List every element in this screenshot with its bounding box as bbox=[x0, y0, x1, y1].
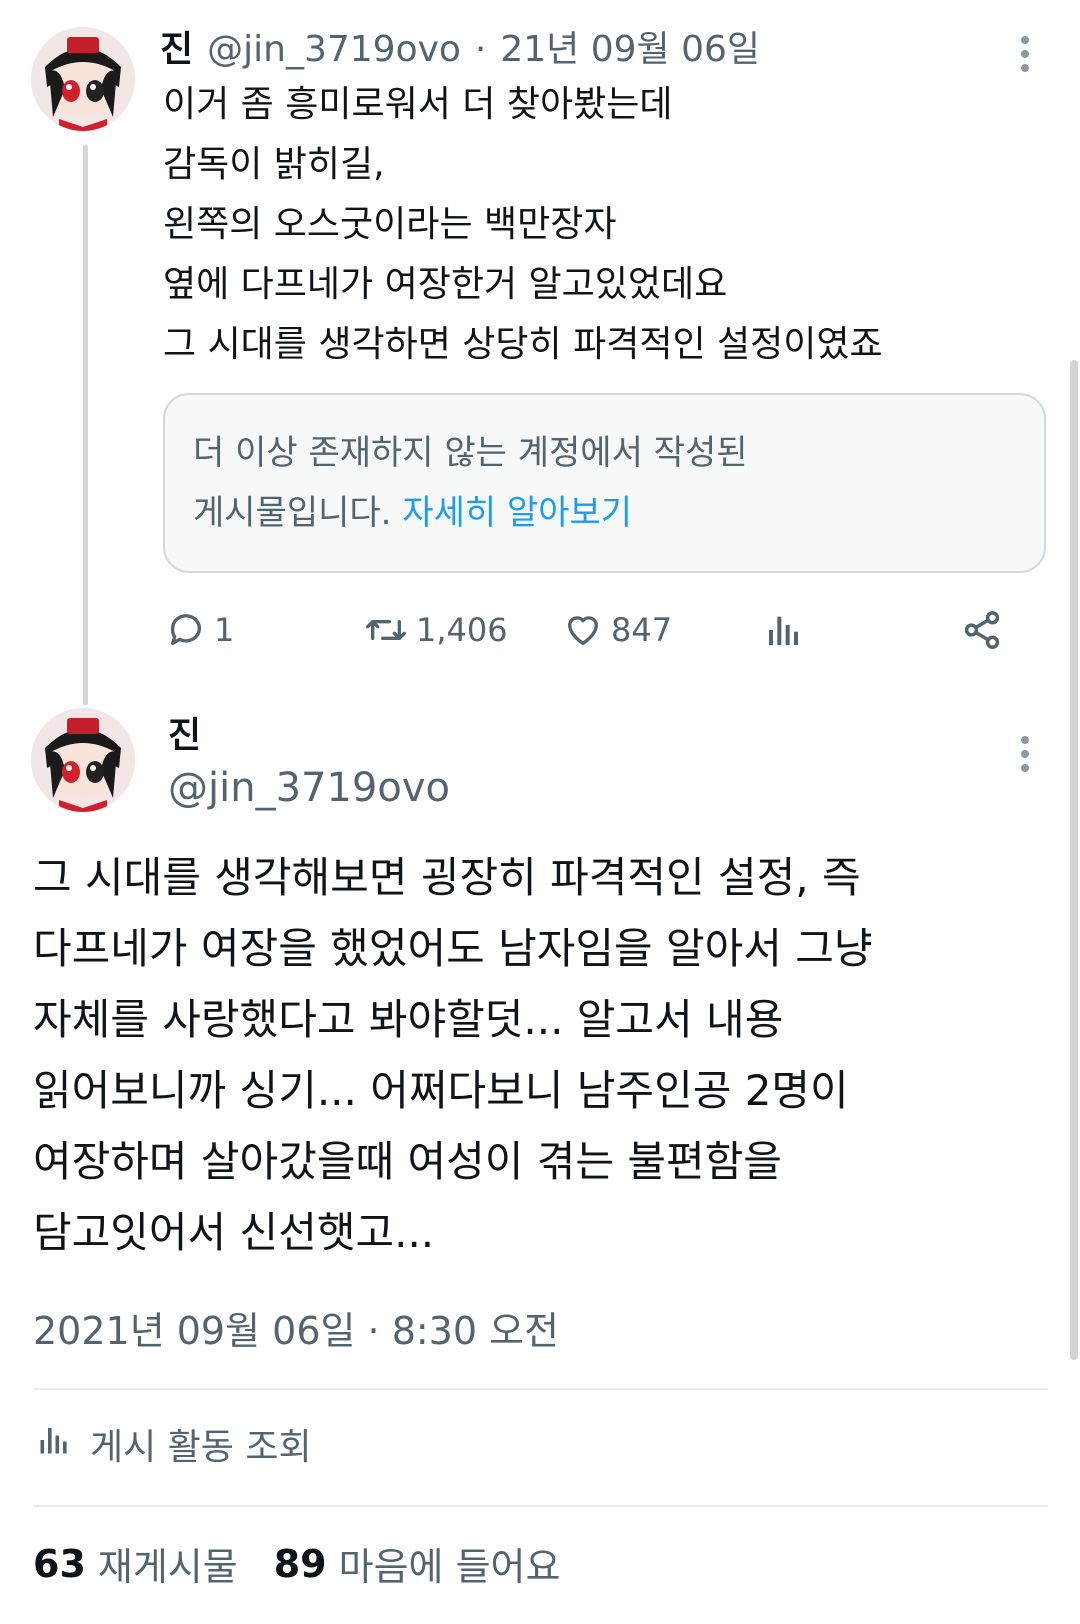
tweet-header: 진 @jin_3719ovo · 21년 09월 06일 bbox=[160, 20, 760, 72]
likes-count: 89 bbox=[273, 1541, 327, 1586]
notice-line: 게시물입니다. bbox=[193, 493, 392, 533]
likes-label: 마음에 들어요 bbox=[338, 1545, 561, 1589]
tweet-line: 읽어보니까 싱기... 어쩌다보니 남주인공 2명이 bbox=[33, 1066, 849, 1115]
tweet-line: 그 시대를 생각해보면 굉장히 파격적인 설정, 즉 bbox=[33, 853, 861, 902]
tweet-line: 여장하며 살아갔을때 여성이 겪는 불편함을 bbox=[33, 1137, 782, 1186]
views-icon bbox=[36, 1422, 72, 1467]
tweet-line: 감독이 밝히길, bbox=[163, 144, 385, 185]
post-activity-link[interactable]: 게시 활동 조회 bbox=[36, 1418, 312, 1470]
avatar[interactable] bbox=[31, 708, 135, 812]
reposts-stat[interactable]: 63 재게시물 bbox=[33, 1536, 238, 1591]
divider bbox=[33, 1505, 1048, 1507]
display-name[interactable]: 진 bbox=[160, 20, 193, 72]
reposts-count: 63 bbox=[33, 1541, 86, 1586]
views-button[interactable] bbox=[764, 600, 804, 660]
tweet-line: 옆에 다프네가 여장한거 알고있었데요 bbox=[163, 264, 728, 305]
tweet-line: 그 시대를 생각하면 상당히 파격적인 설정이였죠 bbox=[163, 324, 883, 365]
avatar[interactable] bbox=[31, 27, 135, 131]
reply-icon bbox=[166, 610, 206, 650]
share-icon bbox=[961, 609, 1003, 651]
reposts-label: 재게시물 bbox=[97, 1545, 238, 1589]
like-icon bbox=[563, 610, 603, 650]
separator-dot: · bbox=[474, 29, 487, 70]
retweet-count: 1,406 bbox=[416, 611, 508, 649]
reply-count: 1 bbox=[214, 611, 235, 649]
notice-line: 더 이상 존재하지 않는 계정에서 작성된 bbox=[193, 433, 748, 473]
likes-stat[interactable]: 89 마음에 들어요 bbox=[274, 1536, 561, 1591]
tweet-line: 담고잇어서 신선햇고... bbox=[33, 1208, 435, 1257]
scrollbar[interactable] bbox=[1070, 360, 1078, 1360]
unavailable-quote-notice: 더 이상 존재하지 않는 계정에서 작성된 게시물입니다. 자세히 알아보기 bbox=[163, 393, 1046, 573]
tweet-body: 그 시대를 생각해보면 굉장히 파격적인 설정, 즉 다프네가 여장을 했었어도… bbox=[33, 842, 873, 1268]
post-activity-label: 게시 활동 조회 bbox=[90, 1427, 312, 1468]
user-handle[interactable]: @jin_3719ovo bbox=[168, 765, 450, 811]
user-handle[interactable]: @jin_3719ovo bbox=[207, 29, 461, 70]
tweet-date[interactable]: 21년 09월 06일 bbox=[500, 20, 760, 72]
retweet-button[interactable]: 1,406 bbox=[364, 600, 508, 660]
tweet-body: 이거 좀 흥미로워서 더 찾아봤는데 감독이 밝히길, 왼쪽의 오스굿이라는 백… bbox=[163, 75, 883, 375]
more-icon[interactable] bbox=[1005, 25, 1045, 85]
more-icon[interactable] bbox=[1005, 725, 1045, 785]
display-name[interactable]: 진 bbox=[168, 706, 201, 758]
like-button[interactable]: 847 bbox=[563, 600, 672, 660]
views-icon bbox=[764, 610, 804, 650]
retweet-icon bbox=[364, 610, 408, 650]
tweet-line: 이거 좀 흥미로워서 더 찾아봤는데 bbox=[163, 84, 673, 125]
thread-connector-line bbox=[83, 145, 88, 705]
share-button[interactable] bbox=[961, 600, 1003, 660]
tweet-line: 자체를 사랑했다고 봐야할덧... 알고서 내용 bbox=[33, 995, 784, 1044]
tweet-line: 다프네가 여장을 했었어도 남자임을 알아서 그냥 bbox=[33, 924, 873, 973]
reply-button[interactable]: 1 bbox=[166, 600, 234, 660]
divider bbox=[33, 1388, 1048, 1390]
engagement-stats: 63 재게시물 89 마음에 들어요 bbox=[33, 1536, 560, 1591]
tweet-timestamp[interactable]: 2021년 09월 06일 · 8:30 오전 bbox=[33, 1300, 559, 1355]
learn-more-link[interactable]: 자세히 알아보기 bbox=[402, 493, 632, 533]
like-count: 847 bbox=[611, 611, 673, 649]
tweet-line: 왼쪽의 오스굿이라는 백만장자 bbox=[163, 204, 617, 245]
